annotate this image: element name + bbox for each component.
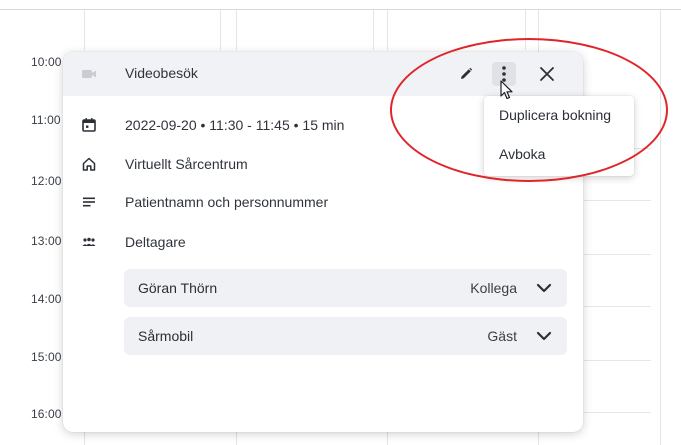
grid-line xyxy=(584,200,651,201)
grid-line xyxy=(584,412,651,413)
participants-label: Deltagare xyxy=(125,234,186,250)
participant-item[interactable]: Göran Thörn Kollega xyxy=(124,269,567,307)
booking-title: Videobesök xyxy=(125,65,198,81)
grid-line xyxy=(584,254,651,255)
booking-datetime: 2022-09-20 • 11:30 - 11:45 • 15 min xyxy=(125,117,345,133)
participant-role: Kollega xyxy=(470,280,517,296)
patient-row: Patientnamn och personnummer xyxy=(63,190,583,214)
grid-line xyxy=(387,10,388,50)
time-label: 12:00 xyxy=(31,174,62,188)
people-icon xyxy=(80,233,98,251)
time-label: 14:00 xyxy=(31,292,62,306)
grid-line xyxy=(373,10,374,50)
home-icon xyxy=(80,155,98,173)
calendar-icon xyxy=(80,116,98,134)
mouse-cursor-icon xyxy=(500,80,514,107)
chevron-down-icon[interactable] xyxy=(535,280,553,296)
video-camera-icon xyxy=(80,65,98,83)
grid-line xyxy=(584,360,651,361)
participant-name: Sårmobil xyxy=(138,328,194,344)
grid-line xyxy=(84,430,85,445)
red-highlight-ellipse xyxy=(390,38,668,182)
time-label: 15:00 xyxy=(31,350,62,364)
time-label: 13:00 xyxy=(31,234,62,248)
notes-icon xyxy=(80,193,98,211)
time-label: 10:00 xyxy=(31,55,62,69)
grid-line xyxy=(220,10,221,50)
time-label: 16:00 xyxy=(31,407,62,421)
participant-item[interactable]: Sårmobil Gäst xyxy=(124,317,567,355)
patient-info: Patientnamn och personnummer xyxy=(125,194,329,210)
chevron-down-icon[interactable] xyxy=(535,328,553,344)
grid-line xyxy=(387,430,388,445)
participants-row: Deltagare xyxy=(63,230,583,254)
participant-role: Gäst xyxy=(487,328,517,344)
grid-line xyxy=(84,10,85,50)
time-label: 11:00 xyxy=(31,113,61,127)
participant-name: Göran Thörn xyxy=(138,280,218,296)
booking-location: Virtuellt Sårcentrum xyxy=(125,156,248,172)
grid-line xyxy=(236,10,237,50)
grid-line xyxy=(660,10,661,445)
grid-line xyxy=(236,430,237,445)
grid-line xyxy=(584,306,651,307)
